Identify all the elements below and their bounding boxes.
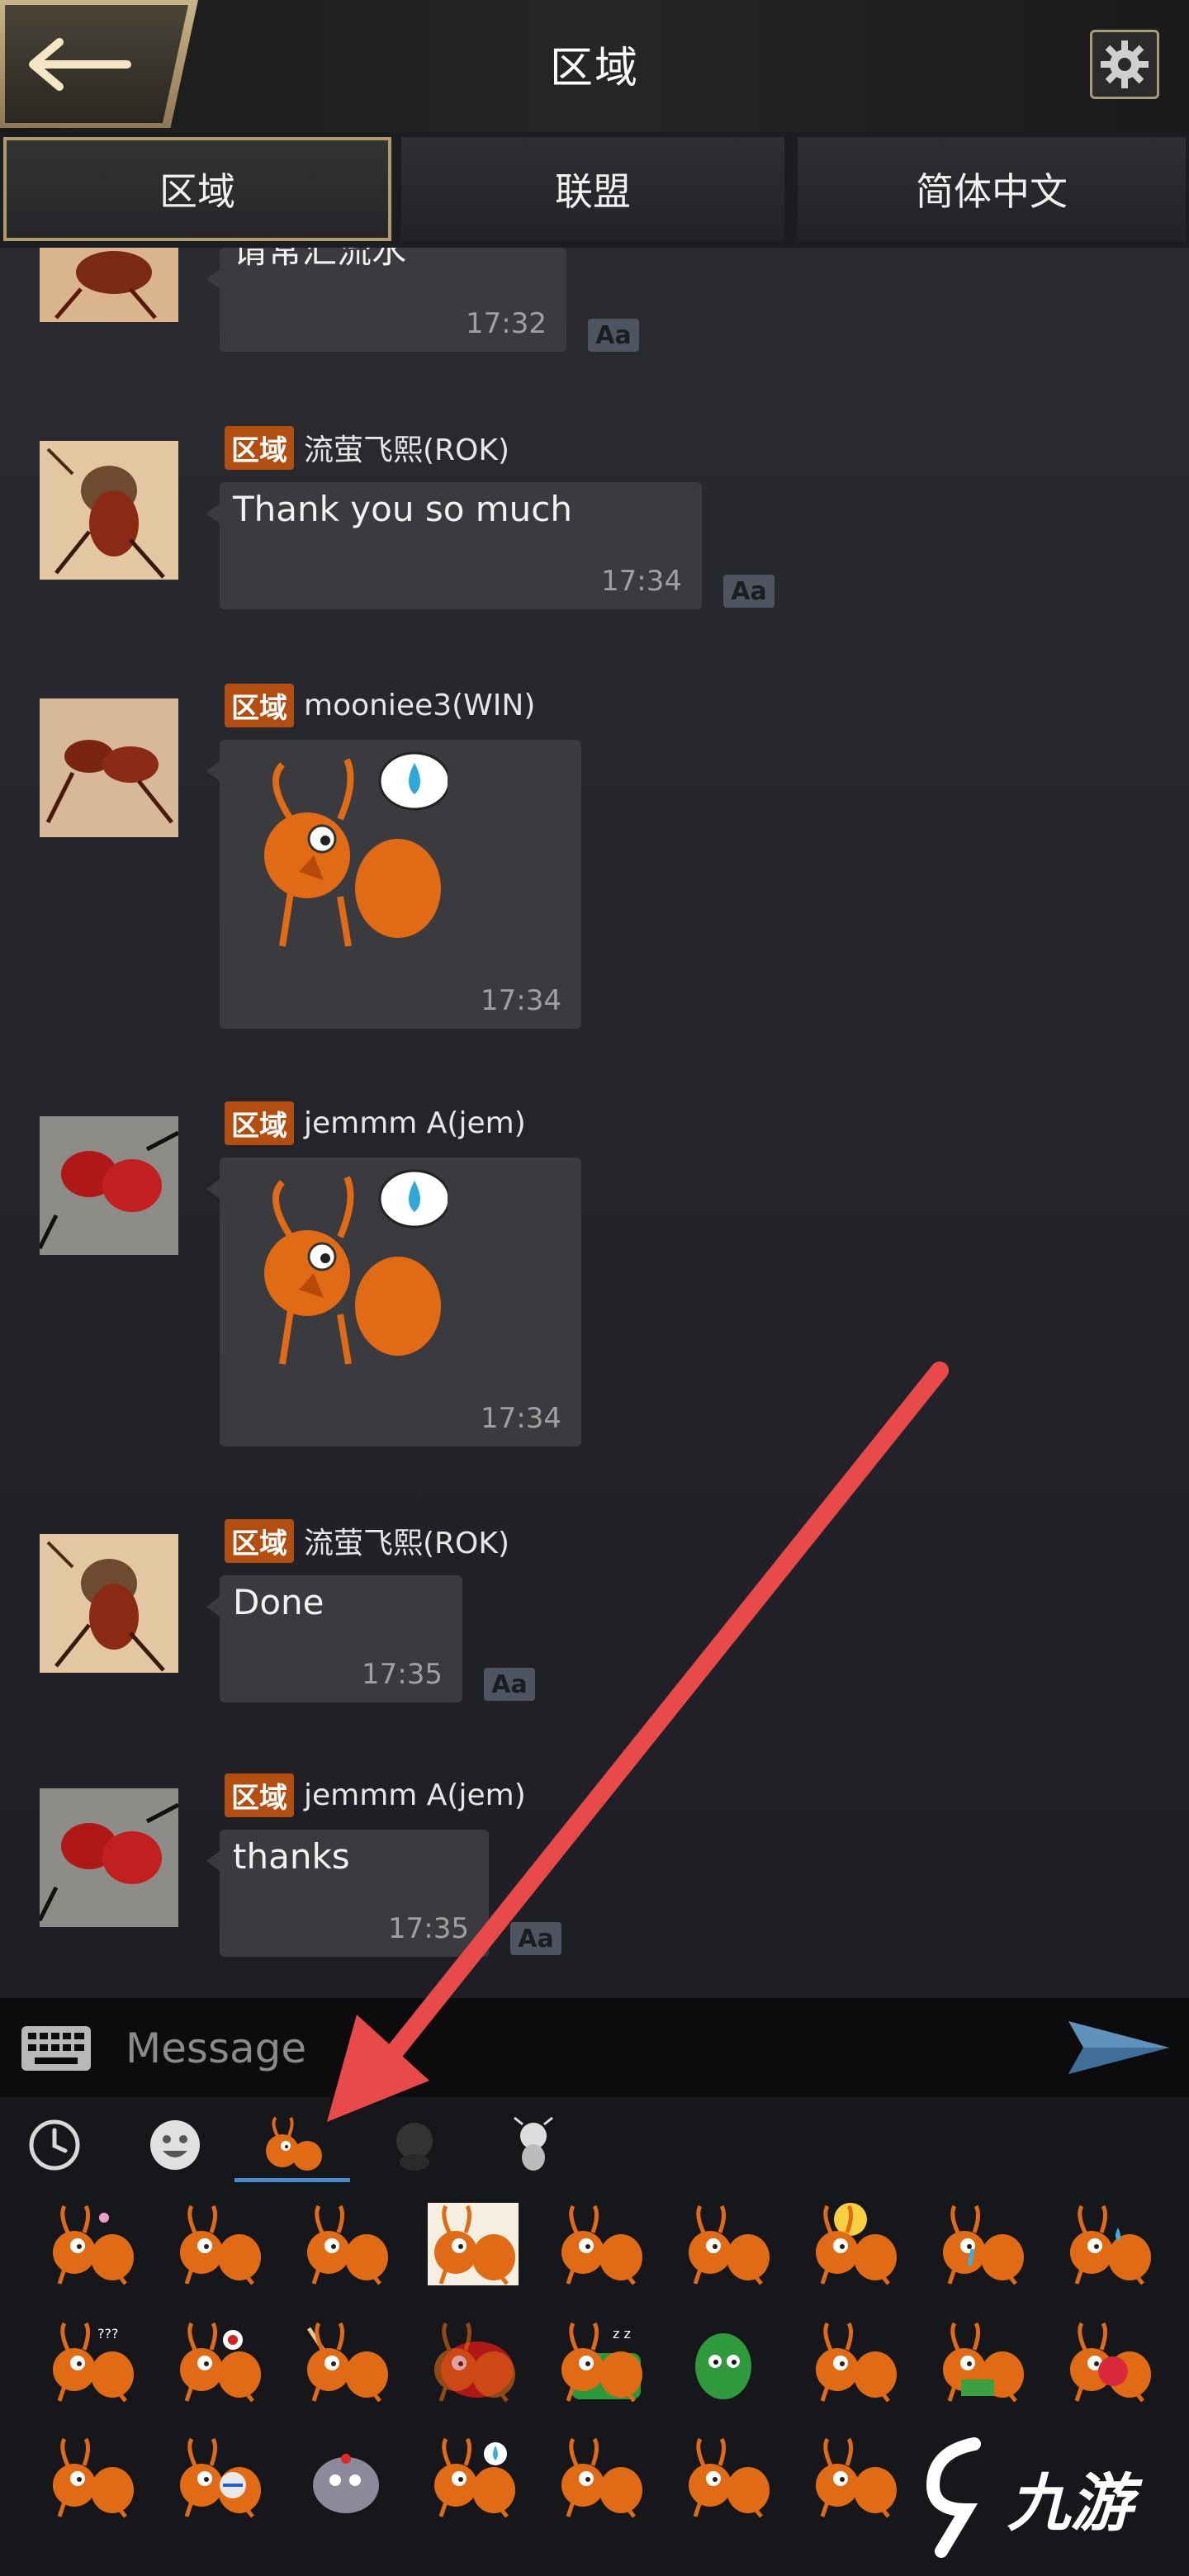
message-text: thanks <box>233 1836 350 1877</box>
svg-text:z z: z z <box>613 2326 631 2342</box>
message-text: 请常汇流水 <box>233 248 407 271</box>
ant-sticker[interactable] <box>428 2320 519 2403</box>
channel-tabs: 区域 联盟 简体中文 <box>0 132 1189 246</box>
message-text: Done <box>233 1582 324 1622</box>
avatar[interactable] <box>40 248 178 322</box>
message-bubble: 请常汇流水 17:32 <box>206 248 566 352</box>
tab-language[interactable]: 简体中文 <box>798 137 1186 241</box>
svg-text:???: ??? <box>97 2326 118 2342</box>
ant-sticker[interactable]: ??? <box>46 2320 137 2403</box>
translate-button[interactable]: Aa <box>723 575 775 608</box>
tab-white-stickers[interactable] <box>500 2112 566 2178</box>
message-time: 17:34 <box>481 1402 561 1435</box>
message-input[interactable] <box>124 2016 1035 2081</box>
watermark-logo: 九游 <box>917 2436 1164 2559</box>
channel-tag: 区域 <box>225 425 294 470</box>
ant-sticker[interactable] <box>555 2203 646 2285</box>
ant-sticker[interactable]: z z <box>555 2320 646 2403</box>
message-time: 17:34 <box>481 984 561 1017</box>
avatar[interactable] <box>40 1116 178 1255</box>
tab-dark-stickers[interactable] <box>381 2112 448 2178</box>
top-bar: 区域 <box>0 0 1189 132</box>
ant-sticker[interactable] <box>46 2436 137 2518</box>
send-icon[interactable] <box>1065 2015 1172 2081</box>
ant-sticker[interactable] <box>809 2203 900 2285</box>
watermark-text: 九游 <box>1007 2466 1133 2540</box>
emoji-tabs <box>0 2097 1189 2188</box>
ant-sticker[interactable] <box>809 2320 900 2403</box>
ant-sticker-icon <box>266 2116 322 2171</box>
white-sticker-icon <box>514 2116 553 2171</box>
ant-sticker[interactable] <box>555 2436 646 2518</box>
tab-ant-stickers[interactable] <box>234 2112 350 2182</box>
message-bubble: Done 17:35 <box>206 1575 462 1702</box>
username[interactable]: 流萤飞熙(ROK) <box>304 1519 509 1562</box>
ant-sticker[interactable] <box>428 2203 519 2285</box>
message-bubble: 17:34 <box>206 1158 581 1447</box>
tab-recent[interactable] <box>21 2112 88 2178</box>
tab-emoji[interactable] <box>142 2112 208 2178</box>
message-time: 17:32 <box>466 307 547 340</box>
ant-sticker[interactable] <box>301 2320 391 2403</box>
translate-button[interactable]: Aa <box>510 1922 561 1955</box>
ant-sticker[interactable] <box>809 2436 900 2518</box>
channel-tag: 区域 <box>225 1518 294 1563</box>
ant-sticker[interactable] <box>936 2320 1027 2403</box>
ant-sticker[interactable] <box>301 2436 391 2518</box>
message-time: 17:35 <box>362 1658 443 1691</box>
ant-sticker[interactable] <box>46 2203 137 2285</box>
ant-sticker[interactable] <box>428 2436 519 2518</box>
channel-tag: 区域 <box>225 683 294 727</box>
clock-icon <box>29 2119 80 2171</box>
message-time: 17:34 <box>601 565 682 598</box>
message-input-bar <box>0 1998 1189 2097</box>
message-bubble: Thank you so much 17:34 <box>206 482 702 609</box>
message-bubble: 17:34 <box>206 740 581 1029</box>
ant-sticker[interactable] <box>682 2436 773 2518</box>
username[interactable]: jemmm A(jem) <box>304 1778 526 1812</box>
message-time: 17:35 <box>388 1912 469 1945</box>
message-text: Thank you so much <box>233 489 572 529</box>
translate-button[interactable]: Aa <box>588 319 639 352</box>
chat-list[interactable]: 请常汇流水 17:32 Aa 区域 流萤飞熙(ROK) Thank you so… <box>0 248 1189 1998</box>
ant-sticker[interactable] <box>301 2203 391 2285</box>
ant-sticker[interactable] <box>1063 2203 1154 2285</box>
channel-tag: 区域 <box>225 1101 294 1145</box>
channel-tag: 区域 <box>225 1773 294 1817</box>
gear-icon <box>1101 40 1149 88</box>
ant-sticker[interactable] <box>173 2203 264 2285</box>
dark-sticker-icon <box>396 2123 433 2171</box>
avatar[interactable] <box>40 441 178 580</box>
tab-region[interactable]: 区域 <box>3 137 391 241</box>
ant-sticker[interactable] <box>936 2203 1027 2285</box>
settings-button[interactable] <box>1090 30 1159 99</box>
sweating-ant-sticker[interactable] <box>249 748 448 954</box>
username[interactable]: 流萤飞熙(ROK) <box>304 426 509 469</box>
translate-button[interactable]: Aa <box>484 1668 535 1701</box>
ant-sticker[interactable] <box>173 2436 264 2518</box>
username[interactable]: mooniee3(WIN) <box>304 689 535 722</box>
keyboard-icon[interactable] <box>20 2024 92 2072</box>
avatar[interactable] <box>40 1534 178 1673</box>
tab-alliance[interactable]: 联盟 <box>401 137 784 241</box>
ant-sticker[interactable] <box>1063 2320 1154 2403</box>
page-title: 区域 <box>549 44 639 93</box>
message-bubble: thanks 17:35 <box>206 1830 489 1957</box>
ant-sticker[interactable] <box>682 2203 773 2285</box>
avatar[interactable] <box>40 698 178 837</box>
avatar[interactable] <box>40 1788 178 1927</box>
ant-sticker[interactable] <box>682 2320 773 2403</box>
ant-sticker[interactable] <box>173 2320 264 2403</box>
sweating-ant-sticker[interactable] <box>249 1166 448 1372</box>
username[interactable]: jemmm A(jem) <box>304 1106 526 1140</box>
smiley-icon <box>150 2120 200 2170</box>
